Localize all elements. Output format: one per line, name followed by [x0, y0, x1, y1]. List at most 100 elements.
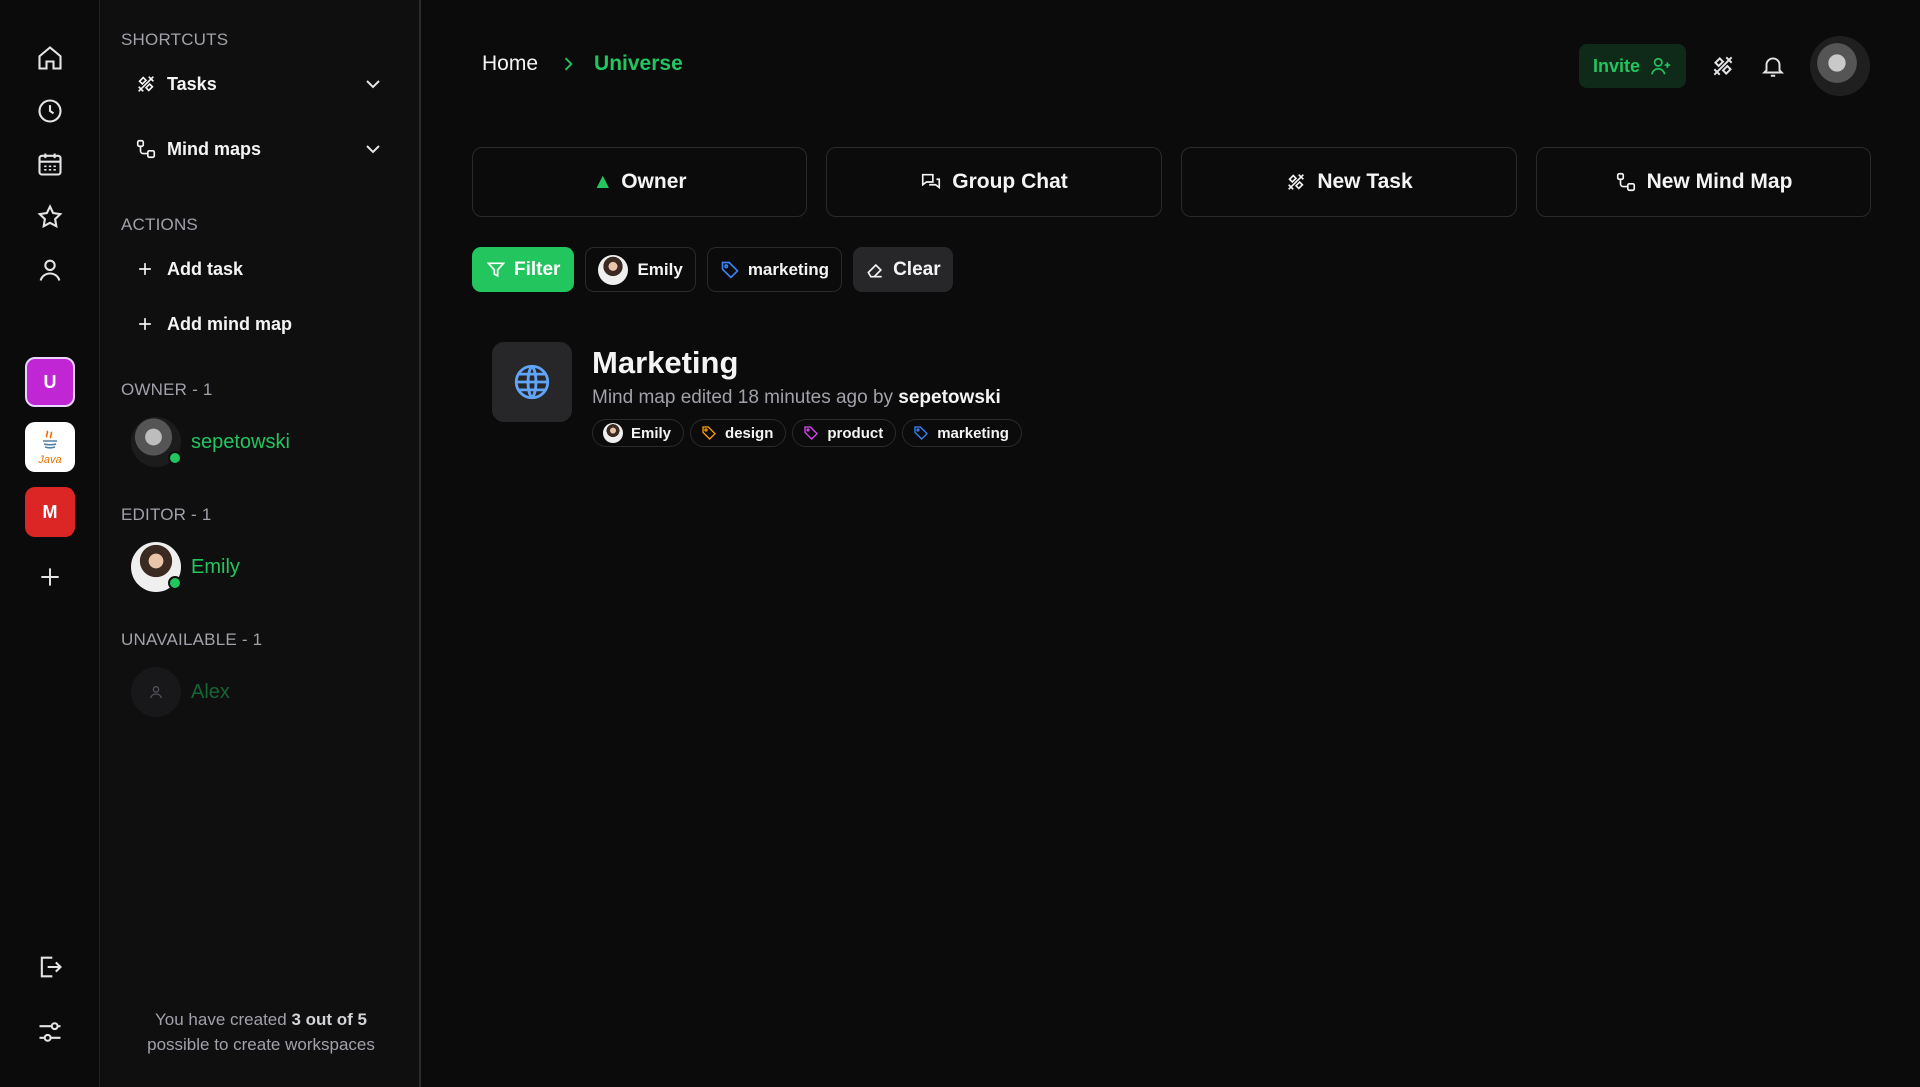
workspace-u[interactable]: U: [25, 357, 75, 407]
tag-label: product: [827, 424, 884, 442]
quota-prefix: You have created: [155, 1010, 287, 1029]
member-unavailable[interactable]: Alex: [131, 666, 230, 718]
tag-icon: [721, 261, 739, 279]
unavailable-group-title: UNAVAILABLE - 1: [121, 630, 263, 649]
header-actions: Invite: [1578, 36, 1870, 96]
tag-label: design: [725, 424, 774, 442]
main-content: Home Universe Invite ▲ Owner Group Chat …: [423, 0, 1920, 1087]
settings-sliders-icon[interactable]: [25, 1007, 75, 1057]
tasks-icon: [138, 76, 154, 92]
filter-button[interactable]: Filter: [472, 247, 575, 292]
workspace-label: M: [42, 501, 58, 522]
quota-suffix: possible to create workspaces: [147, 1035, 375, 1054]
avatar: [603, 423, 623, 443]
star-icon[interactable]: [25, 192, 75, 242]
user-avatar[interactable]: [1810, 36, 1870, 96]
quick-action-label: New Mind Map: [1646, 170, 1793, 193]
new-mind-map-button[interactable]: New Mind Map: [1536, 147, 1871, 217]
user-filter-chip[interactable]: Emily: [585, 247, 696, 292]
avatar: [598, 254, 629, 285]
actions-title: ACTIONS: [121, 215, 198, 234]
chevron-right-icon: [564, 57, 573, 71]
item-subtitle-text: Mind map edited 18 minutes ago by: [592, 387, 894, 408]
user-icon[interactable]: [25, 245, 75, 295]
breadcrumb: Home Universe: [482, 52, 683, 76]
avatar: [131, 542, 182, 592]
group-chat-button[interactable]: Group Chat: [826, 147, 1162, 217]
mindmap-icon: [136, 139, 156, 159]
owner-button[interactable]: ▲ Owner: [472, 147, 807, 217]
quick-action-label: New Task: [1317, 170, 1413, 193]
breadcrumb-home[interactable]: Home: [482, 52, 538, 76]
chevron-down-icon[interactable]: [361, 72, 385, 96]
shortcut-tasks[interactable]: Tasks: [135, 68, 385, 100]
workspace-label: Java: [38, 453, 62, 466]
avatar: [131, 667, 181, 717]
workspace-label: U: [43, 371, 57, 392]
chat-icon: [922, 173, 941, 190]
tag-filter-chip[interactable]: marketing: [706, 247, 843, 292]
tasks-icon[interactable]: [1710, 53, 1736, 79]
tag-icon: [804, 426, 819, 440]
add-task-button[interactable]: Add task: [135, 253, 243, 285]
workspace-m[interactable]: M: [25, 487, 75, 537]
member-name: sepetowski: [191, 430, 290, 453]
clear-label: Clear: [893, 258, 941, 280]
calendar-icon[interactable]: [25, 139, 75, 189]
tag-marketing[interactable]: marketing: [902, 419, 1022, 447]
logout-icon[interactable]: [25, 942, 75, 992]
plus-icon: [139, 263, 151, 275]
owner-group-title: OWNER - 1: [121, 380, 213, 399]
invite-button[interactable]: Invite: [1578, 44, 1686, 88]
member-name: Alex: [191, 680, 230, 703]
clock-icon[interactable]: [25, 86, 75, 136]
quick-action-label: Owner: [621, 170, 687, 193]
mind-map-item[interactable]: Marketing Mind map edited 18 minutes ago…: [492, 342, 1028, 447]
clear-button[interactable]: Clear: [853, 247, 953, 292]
chevron-down-icon[interactable]: [361, 137, 385, 161]
workspace-quota: You have created 3 out of 5 possible to …: [101, 1007, 421, 1057]
item-tags: Emily design product marketing: [592, 419, 1028, 447]
home-icon[interactable]: [25, 33, 75, 83]
bell-icon[interactable]: [1760, 53, 1786, 79]
member-name: Emily: [191, 555, 240, 578]
tag-design[interactable]: design: [690, 419, 787, 447]
tag-label: marketing: [937, 424, 1009, 442]
member-editor[interactable]: Emily: [131, 541, 240, 593]
action-label: Add mind map: [167, 313, 292, 334]
breadcrumb-current: Universe: [594, 52, 683, 75]
tag-user[interactable]: Emily: [592, 419, 685, 447]
workspace-java[interactable]: Java: [25, 422, 75, 472]
editor-group-title: EDITOR - 1: [121, 505, 212, 524]
filter-label: Filter: [514, 258, 561, 280]
member-owner[interactable]: sepetowski: [131, 416, 290, 468]
tag-icon: [702, 426, 716, 440]
invite-label: Invite: [1592, 55, 1640, 76]
quick-action-label: Group Chat: [952, 170, 1068, 193]
tag-product[interactable]: product: [792, 419, 897, 447]
java-logo-icon: [43, 429, 57, 449]
add-mind-map-button[interactable]: Add mind map: [135, 308, 292, 340]
filter-bar: Filter Emily marketing Clear: [472, 247, 964, 292]
shortcut-label: Mind maps: [167, 138, 262, 159]
user-plus-icon: [1651, 57, 1671, 75]
filter-icon: [486, 262, 506, 277]
shortcut-mind-maps[interactable]: Mind maps: [135, 133, 385, 165]
item-subtitle: Mind map edited 18 minutes ago by sepeto…: [592, 387, 1028, 409]
eraser-icon: [867, 263, 883, 277]
online-status-dot: [168, 576, 182, 590]
shortcut-label: Tasks: [167, 73, 217, 94]
tag-icon: [914, 426, 929, 440]
quota-count: 3 out of 5: [291, 1010, 367, 1029]
user-placeholder-icon: [150, 686, 162, 699]
add-workspace-icon[interactable]: [25, 552, 75, 602]
item-title[interactable]: Marketing: [592, 345, 1028, 381]
new-task-button[interactable]: New Task: [1181, 147, 1517, 217]
sidebar: SHORTCUTS Tasks Mind maps ACTIONS Add ta…: [101, 0, 421, 1087]
tag-label: Emily: [631, 424, 672, 442]
action-label: Add task: [167, 258, 244, 279]
mindmap-icon: [1616, 172, 1635, 192]
avatar: [131, 417, 182, 467]
tag-chip-label: marketing: [747, 259, 830, 279]
user-chip-label: Emily: [637, 259, 683, 279]
